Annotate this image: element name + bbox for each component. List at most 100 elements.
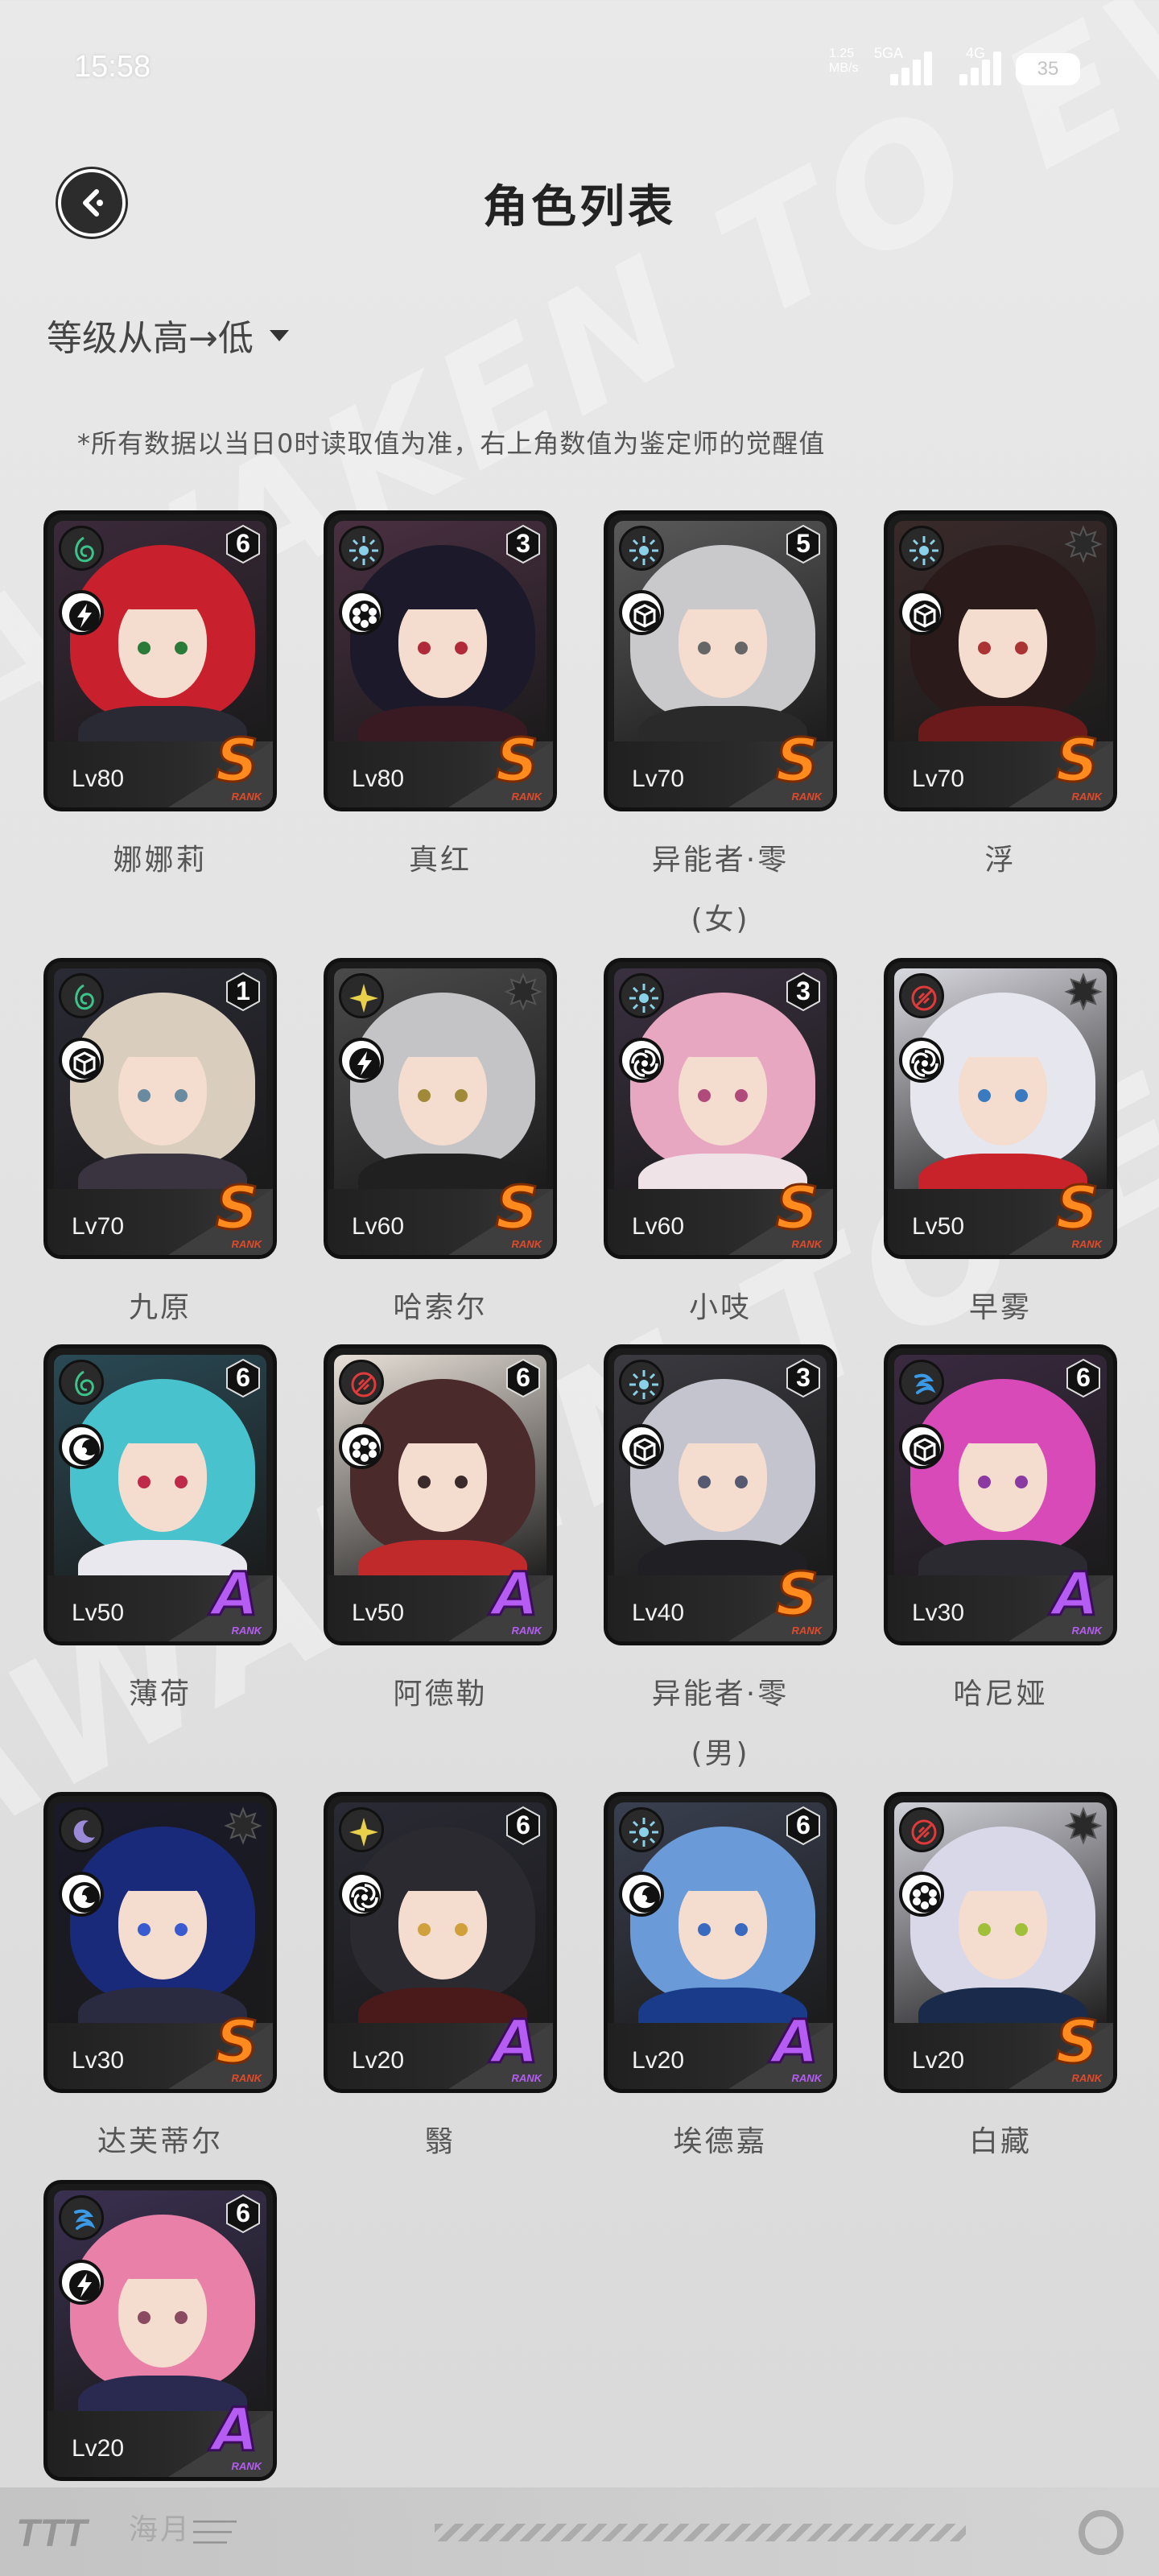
awakening-badge: [223, 1806, 263, 1846]
awakening-badge: 5: [783, 524, 823, 564]
character-card[interactable]: Lv60 S RANK 哈索尔: [324, 958, 557, 1324]
character-name: 小吱: [688, 1291, 752, 1324]
rank-badge: S RANK: [1042, 726, 1102, 803]
role-thunder-icon: [59, 2260, 104, 2305]
character-card-frame: 6 Lv20 A RANK: [43, 2180, 277, 2481]
character-card[interactable]: Lv70 S RANK 浮: [884, 510, 1117, 877]
role-cube-icon: [619, 1424, 664, 1469]
character-card[interactable]: 6 Lv20 A RANK 海月: [43, 2180, 277, 2546]
character-name: 薄荷: [128, 1678, 192, 1711]
element-light-icon: [339, 526, 384, 571]
character-level: Lv20: [912, 2047, 965, 2074]
sort-dropdown[interactable]: 等级从高→低: [47, 309, 289, 361]
character-card[interactable]: Lv30 S RANK 达芙蒂尔: [43, 1792, 277, 2158]
role-cube-icon: [59, 1038, 104, 1083]
rank-letter: S: [494, 726, 539, 795]
awakening-empty-icon: [1064, 1806, 1103, 1845]
awakening-badge: [1063, 524, 1103, 564]
rank-letter: S: [494, 1174, 539, 1243]
character-level: Lv50: [912, 1213, 965, 1240]
role-thunder-icon: [59, 590, 104, 635]
character-name: 娜娜莉: [113, 844, 208, 877]
character-card-frame: 6 Lv20 A RANK: [604, 1792, 837, 2093]
character-level: Lv80: [72, 766, 125, 792]
element-light-icon: [619, 526, 664, 571]
character-card[interactable]: 3 Lv80 S RANK 真红: [324, 510, 557, 877]
awakening-badge: 6: [503, 1806, 543, 1846]
character-card[interactable]: 3 Lv60 S RANK 小吱: [604, 958, 837, 1324]
character-level: Lv30: [72, 2047, 125, 2074]
awakening-value: 1: [236, 976, 250, 1005]
rank-letter: A: [211, 1560, 259, 1629]
rank-sub-label: RANK: [791, 2072, 822, 2084]
character-name: 早雾: [968, 1291, 1032, 1324]
rank-letter: S: [214, 726, 259, 795]
sort-label: 等级从高→低: [47, 318, 254, 359]
character-name: 异能者·零 (女): [651, 844, 790, 936]
awakening-badge: 3: [503, 524, 543, 564]
character-card[interactable]: 5 Lv70 S RANK 异能者·零 (女): [604, 510, 837, 936]
role-moon-icon: [59, 1872, 104, 1917]
rank-badge: S RANK: [202, 726, 262, 803]
character-card[interactable]: 6 Lv50 A RANK 阿德勒: [324, 1344, 557, 1711]
role-thunder-icon: [339, 1038, 384, 1083]
role-cube-icon: [899, 590, 944, 635]
rank-letter: A: [211, 2396, 259, 2465]
status-bar: 15:58 1.25 MB/s 5GA 4G 35: [0, 0, 1159, 145]
character-card[interactable]: 6 Lv80 S RANK 娜娜莉: [43, 510, 277, 877]
rank-letter: A: [491, 1560, 539, 1629]
character-card[interactable]: 1 Lv70 S RANK 九原: [43, 958, 277, 1324]
character-name: 埃德嘉: [673, 2125, 768, 2158]
character-card[interactable]: Lv50 S RANK 早雾: [884, 958, 1117, 1324]
character-card-frame: 3 Lv80 S RANK: [324, 510, 557, 811]
character-name: 哈尼娅: [953, 1678, 1048, 1711]
role-flower-icon: [339, 590, 384, 635]
character-card-frame: 3 Lv40 S RANK: [604, 1344, 837, 1645]
role-vortex-icon: [899, 1038, 944, 1083]
character-card[interactable]: 6 Lv20 A RANK 埃德嘉: [604, 1792, 837, 2158]
element-wind-icon: [59, 973, 104, 1018]
character-name: 白藏: [968, 2125, 1032, 2158]
signal-icon-sim2: [955, 50, 1003, 85]
rank-letter: S: [1054, 1174, 1099, 1243]
character-name: 异能者·零 (男): [651, 1678, 790, 1770]
awakening-value: 6: [236, 1363, 250, 1392]
bottom-bar-mini-text: ▬▬▬▬▬▬▬▬▬ ▬▬▬▬▬▬▬▬ ▬▬▬▬▬▬▬: [193, 2517, 237, 2547]
character-card-frame: Lv20 S RANK: [884, 1792, 1117, 2093]
rank-letter: S: [214, 2008, 259, 2077]
rank-sub-label: RANK: [231, 1624, 262, 1637]
character-card-frame: Lv50 S RANK: [884, 958, 1117, 1259]
awakening-empty-icon: [1064, 972, 1103, 1011]
rank-letter: S: [774, 1560, 819, 1629]
character-level: Lv30: [912, 1600, 965, 1626]
character-level: Lv70: [632, 766, 685, 792]
status-time: 15:58: [74, 50, 151, 84]
rank-badge: S RANK: [202, 2008, 262, 2085]
rank-letter: S: [1054, 726, 1099, 795]
data-note: *所有数据以当日0时读取值为准，右上角数值为鉴定师的觉醒值: [77, 428, 826, 459]
rank-letter: A: [771, 2008, 819, 2077]
page-title: 角色列表: [483, 181, 676, 233]
awakening-empty-icon: [1064, 525, 1103, 564]
character-card[interactable]: 3 Lv40 S RANK 异能者·零 (男): [604, 1344, 837, 1770]
awakening-badge: 6: [223, 2194, 263, 2234]
rank-sub-label: RANK: [1071, 791, 1102, 803]
rank-sub-label: RANK: [231, 2460, 262, 2472]
ring-icon: [1079, 2510, 1124, 2555]
character-name: 达芙蒂尔: [97, 2125, 223, 2158]
rank-badge: S RANK: [482, 726, 542, 803]
rank-sub-label: RANK: [511, 2072, 542, 2084]
character-card[interactable]: 6 Lv30 A RANK 哈尼娅: [884, 1344, 1117, 1711]
rank-badge: A RANK: [762, 2008, 822, 2085]
character-name: 翳: [424, 2125, 456, 2158]
character-card[interactable]: 6 Lv20 A RANK 翳: [324, 1792, 557, 2158]
element-light-icon: [619, 1360, 664, 1405]
character-card[interactable]: 6 Lv50 A RANK 薄荷: [43, 1344, 277, 1711]
role-moon-icon: [59, 1424, 104, 1469]
awakening-badge: 3: [783, 1358, 823, 1398]
bottom-bar: TTT ▬▬▬▬▬▬▬▬▬ ▬▬▬▬▬▬▬▬ ▬▬▬▬▬▬▬: [0, 2487, 1159, 2576]
character-name: 浮: [984, 844, 1017, 877]
network-speed-unit: MB/s: [829, 61, 859, 75]
character-card[interactable]: Lv20 S RANK 白藏: [884, 1792, 1117, 2158]
element-wind-icon: [59, 1360, 104, 1405]
